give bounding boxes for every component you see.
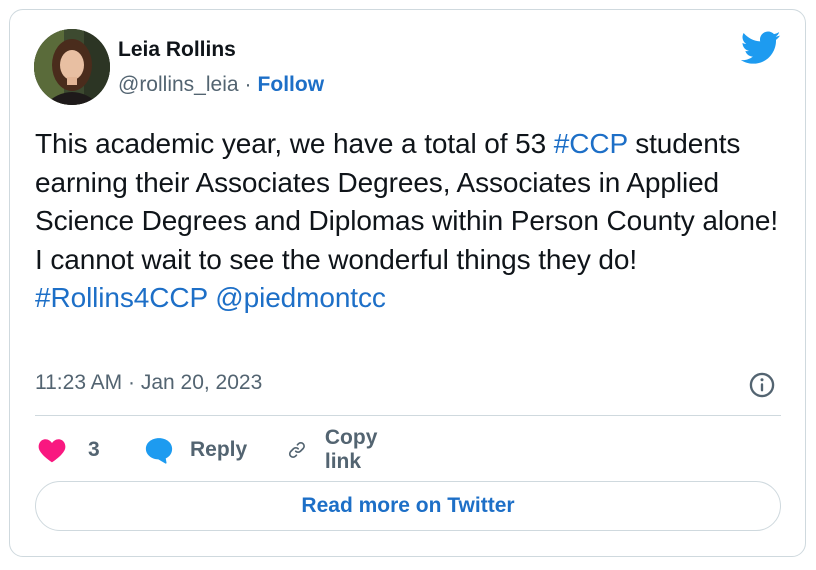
avatar-photo xyxy=(34,29,110,105)
tweet-text-segment: This academic year, we have a total of 5… xyxy=(35,128,554,159)
avatar[interactable] xyxy=(34,29,110,105)
copy-link-label: Copy link xyxy=(324,426,378,473)
twitter-bird-icon[interactable] xyxy=(741,31,781,65)
reply-label: Reply xyxy=(190,438,248,461)
copy-link-button[interactable]: Copy link xyxy=(287,426,388,473)
info-icon[interactable] xyxy=(748,371,776,399)
divider xyxy=(35,415,781,416)
like-count: 3 xyxy=(88,438,100,461)
handle-separator: · xyxy=(244,73,252,96)
read-more-label: Read more on Twitter xyxy=(301,494,515,517)
tweet-timestamp[interactable]: 11:23 AM · Jan 20, 2023 xyxy=(35,371,262,395)
hashtag-ccp[interactable]: #CCP xyxy=(554,128,628,159)
hashtag-rollins4ccp[interactable]: #Rollins4CCP xyxy=(35,282,208,313)
like-button[interactable]: 3 xyxy=(38,430,100,470)
author-name[interactable]: Leia Rollins xyxy=(118,38,236,62)
read-more-button[interactable]: Read more on Twitter xyxy=(35,481,781,531)
speech-bubble-icon xyxy=(145,438,173,464)
link-icon xyxy=(288,442,305,458)
heart-icon xyxy=(38,439,66,463)
follow-button[interactable]: Follow xyxy=(258,73,325,96)
author-handle[interactable]: @rollins_leia xyxy=(118,73,239,96)
author-handle-row: @rollins_leia · Follow xyxy=(118,73,324,97)
mention-piedmontcc[interactable]: @piedmontcc xyxy=(215,282,386,313)
reply-button[interactable]: Reply xyxy=(144,430,247,470)
tweet-text: This academic year, we have a total of 5… xyxy=(35,125,785,318)
